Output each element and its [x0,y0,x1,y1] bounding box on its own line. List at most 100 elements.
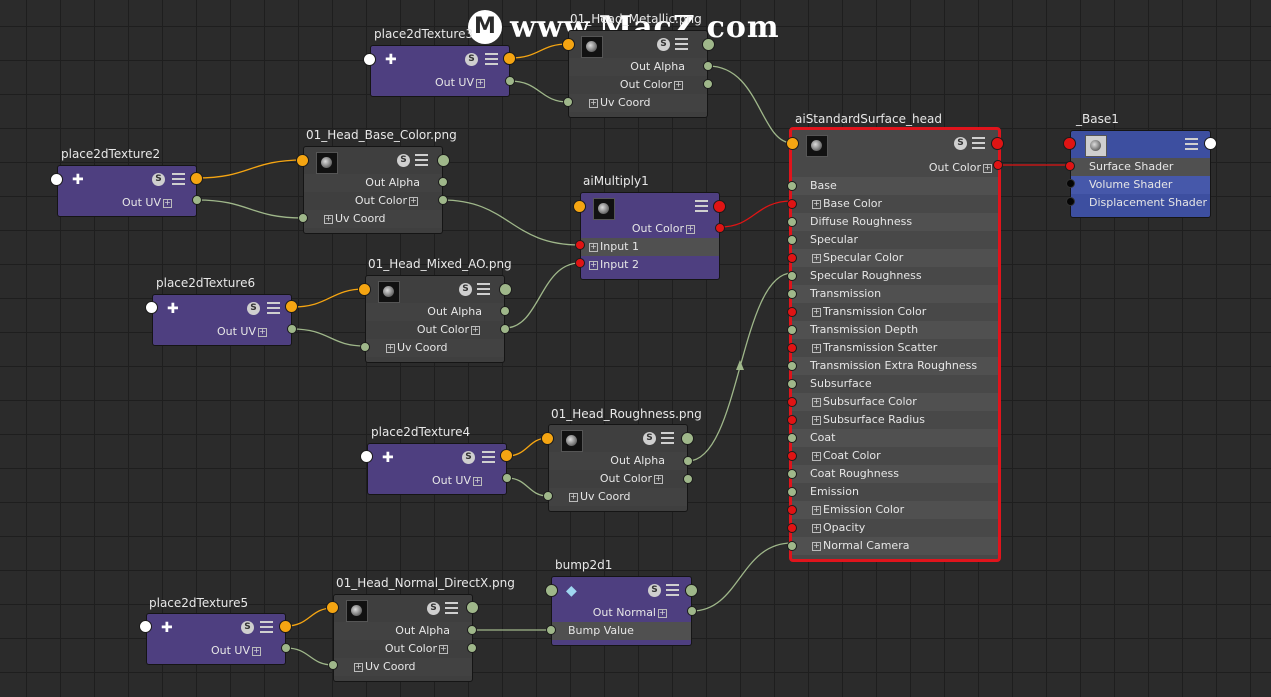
menu-icon[interactable] [972,137,985,150]
attr-input-port[interactable] [787,541,797,551]
attr-input-port[interactable] [787,379,797,389]
expand-icon[interactable]: + [324,214,333,224]
displacement-shader-port[interactable] [1066,197,1075,206]
menu-icon[interactable] [1185,138,1198,151]
bump-value-port[interactable] [546,625,556,635]
attr-input-port[interactable] [787,235,797,245]
solo-button[interactable]: S [241,621,254,634]
attr-input-port[interactable] [787,451,797,461]
attr-input-port[interactable] [787,307,797,317]
out-uv-port[interactable] [279,620,292,633]
out-color-port[interactable] [467,643,477,653]
volume-shader-port[interactable] [1066,179,1075,188]
output-port[interactable] [437,154,450,167]
uv-coord-port[interactable] [543,491,553,501]
expand-icon[interactable]: + [354,662,363,672]
node-place2dtexture5[interactable]: ✚ S Out UV + [146,613,286,665]
uv-input-port[interactable] [541,432,554,445]
input-port[interactable] [363,53,376,66]
input-port[interactable] [1063,137,1076,150]
output-port[interactable] [702,38,715,51]
expand-icon[interactable]: + [476,78,485,88]
uv-coord-port[interactable] [563,97,573,107]
attr-input-port[interactable] [787,397,797,407]
attr-input-port[interactable] [787,199,797,209]
node-texture-metallic[interactable]: S Out Alpha Out Color + + Uv Coord [568,30,708,118]
uv-coord-port[interactable] [298,213,308,223]
expand-icon[interactable]: + [812,505,821,515]
input-port[interactable] [145,301,158,314]
menu-icon[interactable] [661,432,674,445]
solo-button[interactable]: S [397,154,410,167]
out-alpha-port[interactable] [500,306,510,316]
attr-input-port[interactable] [787,487,797,497]
attr-input-port[interactable] [787,253,797,263]
out-uv-port[interactable] [287,324,297,334]
output-port[interactable] [685,584,698,597]
solo-button[interactable]: S [643,432,656,445]
expand-icon[interactable]: + [686,224,695,234]
node-place2dtexture2[interactable]: ✚ S Out UV + [57,165,197,217]
solo-button[interactable]: S [427,602,440,615]
expand-icon[interactable]: + [812,199,821,209]
expand-icon[interactable]: + [658,608,667,618]
expand-icon[interactable]: + [654,474,663,484]
out-alpha-port[interactable] [703,61,713,71]
expand-icon[interactable]: + [409,196,418,206]
expand-icon[interactable]: + [983,163,992,173]
uv-coord-port[interactable] [360,342,370,352]
node-aistandardsurface[interactable]: S Out Color + Base + Base Color Diffuse Roug… [789,127,1001,562]
node-texture-normal[interactable]: S Out Alpha Out Color + + Uv Coord [333,594,473,682]
attr-input-port[interactable] [787,181,797,191]
output-port[interactable] [499,283,512,296]
expand-icon[interactable]: + [258,327,267,337]
menu-icon[interactable] [666,584,679,597]
node-shading-group[interactable]: Surface Shader Volume Shader Displacemen… [1070,130,1211,218]
out-alpha-port[interactable] [467,625,477,635]
menu-icon[interactable] [695,200,708,213]
expand-icon[interactable]: + [589,242,598,252]
out-color-port[interactable] [703,79,713,89]
node-aimultiply[interactable]: Out Color + + Input 1 + Input 2 [580,192,720,280]
attr-input-port[interactable] [787,523,797,533]
solo-button[interactable]: S [152,173,165,186]
output-port[interactable] [713,200,726,213]
menu-icon[interactable] [172,173,185,186]
out-uv-port[interactable] [285,300,298,313]
expand-icon[interactable]: + [252,646,261,656]
uv-input-port[interactable] [562,38,575,51]
expand-icon[interactable]: + [812,307,821,317]
output-port[interactable] [1204,137,1217,150]
solo-button[interactable]: S [459,283,472,296]
output-port[interactable] [991,137,1004,150]
out-color-port[interactable] [500,324,510,334]
input-port[interactable] [786,137,799,150]
out-alpha-port[interactable] [438,177,448,187]
out-uv-port[interactable] [503,52,516,65]
attr-input-port[interactable] [787,217,797,227]
out-uv-port[interactable] [281,643,291,653]
attr-input-port[interactable] [787,325,797,335]
output-port[interactable] [466,601,479,614]
out-uv-port[interactable] [192,195,202,205]
attr-input-port[interactable] [787,415,797,425]
solo-button[interactable]: S [657,38,670,51]
out-color-port[interactable] [993,160,1003,170]
expand-icon[interactable]: + [386,343,395,353]
menu-icon[interactable] [267,302,280,315]
expand-icon[interactable]: + [812,451,821,461]
input2-port[interactable] [575,258,585,268]
expand-icon[interactable]: + [589,260,598,270]
attr-input-port[interactable] [787,271,797,281]
solo-button[interactable]: S [462,451,475,464]
node-place2dtexture4[interactable]: ✚ S Out UV + [367,443,507,495]
menu-icon[interactable] [482,451,495,464]
menu-icon[interactable] [415,154,428,167]
expand-icon[interactable]: + [473,476,482,486]
attr-input-port[interactable] [787,289,797,299]
attr-input-port[interactable] [787,469,797,479]
node-texture-mixed-ao[interactable]: S Out Alpha Out Color + + Uv Coord [365,275,505,363]
attr-input-port[interactable] [787,343,797,353]
out-uv-port[interactable] [190,172,203,185]
expand-icon[interactable]: + [163,198,172,208]
